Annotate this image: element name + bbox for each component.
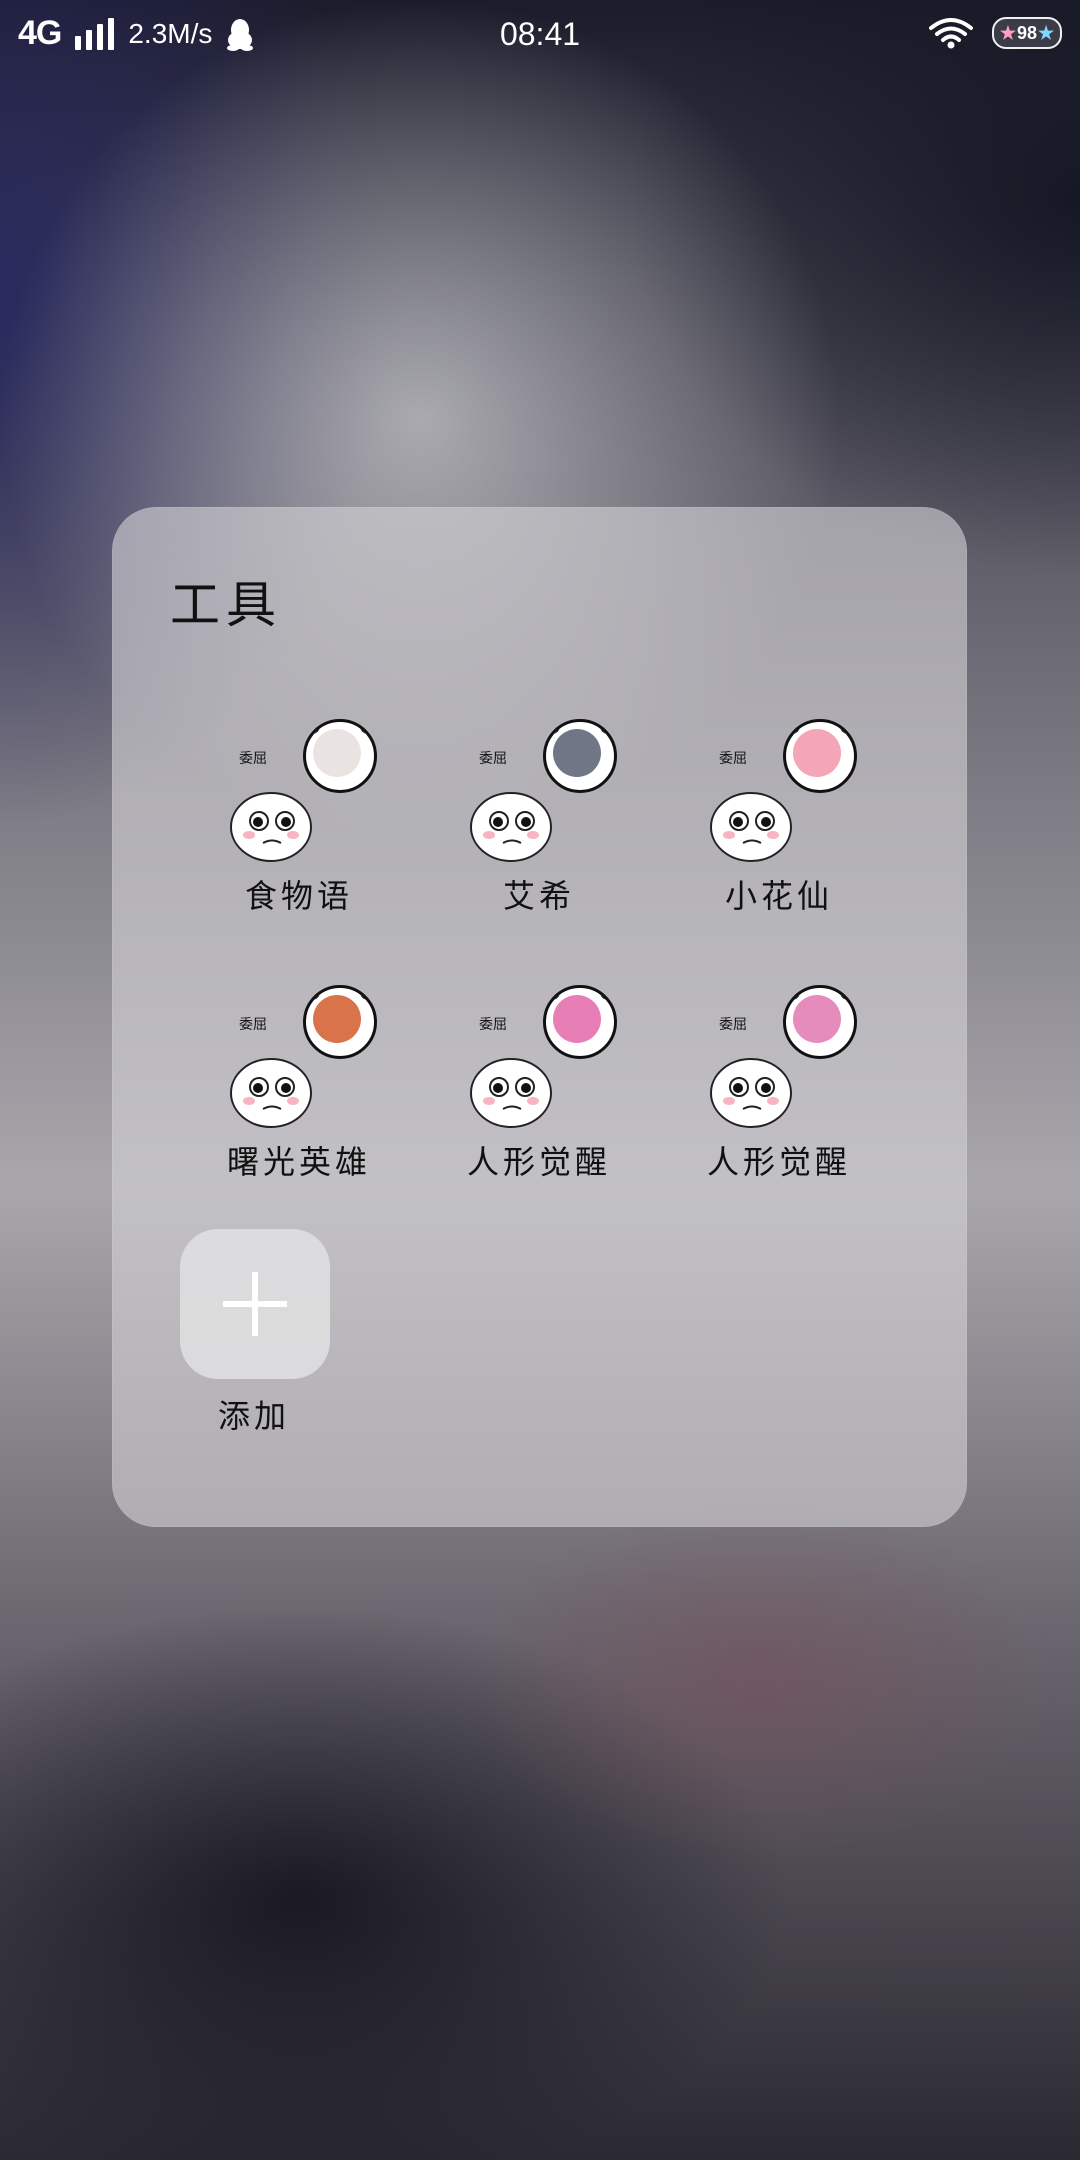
app-item[interactable]: 委屈 人形觉醒 xyxy=(637,985,921,1215)
app-label: 人形觉醒 xyxy=(706,1143,851,1181)
wifi-icon xyxy=(929,18,973,49)
app-item[interactable]: 委屈 小花仙 xyxy=(637,719,921,949)
plus-icon xyxy=(223,1272,287,1336)
folder-panel: 工具 委屈 食物语 委屈 艾希 委屈 小花仙 委屈 曙光英雄 委屈 人形觉醒 委… xyxy=(112,507,967,1527)
meme-avatar-icon[interactable]: 委屈 xyxy=(707,985,857,1135)
app-grid: 委屈 食物语 委屈 艾希 委屈 小花仙 委屈 曙光英雄 委屈 人形觉醒 委屈 人… xyxy=(112,507,967,1527)
meme-avatar-icon[interactable]: 委屈 xyxy=(227,985,377,1135)
avatar xyxy=(783,985,857,1059)
avatar xyxy=(543,719,617,793)
add-button[interactable] xyxy=(180,1229,330,1379)
avatar xyxy=(303,719,377,793)
battery-icon: ★ 98 ★ xyxy=(992,17,1062,49)
status-bar: 4G 2.3M/s 08:41 ★ 98 ★ xyxy=(0,0,1080,72)
add-label: 添加 xyxy=(217,1397,290,1435)
battery-level: 98 xyxy=(1016,22,1038,43)
clock: 08:41 xyxy=(499,16,581,52)
svg-text:委屈: 委屈 xyxy=(239,751,267,767)
meme-avatar-icon[interactable]: 委屈 xyxy=(707,719,857,869)
avatar xyxy=(543,985,617,1059)
avatar xyxy=(783,719,857,793)
meme-avatar-icon[interactable]: 委屈 xyxy=(227,719,377,869)
app-label: 小花仙 xyxy=(724,877,833,915)
svg-text:委屈: 委屈 xyxy=(239,1017,267,1033)
avatar xyxy=(303,985,377,1059)
meme-avatar-icon[interactable]: 委屈 xyxy=(467,985,617,1135)
svg-text:委屈: 委屈 xyxy=(479,751,507,767)
meme-avatar-icon[interactable]: 委屈 xyxy=(467,719,617,869)
svg-text:委屈: 委屈 xyxy=(719,1017,747,1033)
svg-text:委屈: 委屈 xyxy=(719,751,747,767)
svg-text:委屈: 委屈 xyxy=(479,1017,507,1033)
status-right: ★ 98 ★ xyxy=(928,16,1062,50)
